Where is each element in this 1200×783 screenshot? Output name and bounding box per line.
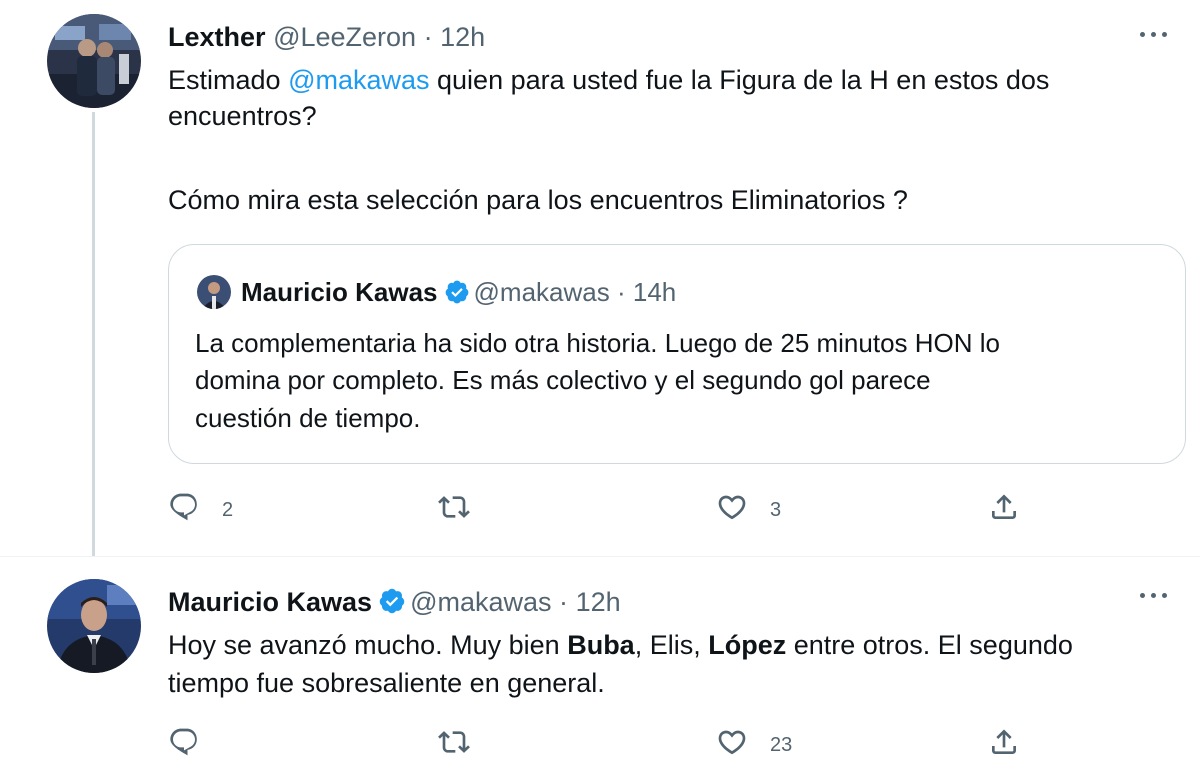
verified-icon xyxy=(378,587,406,623)
tweet-header: Mauricio Kawas @makawas · 12h xyxy=(168,585,621,623)
author-handle[interactable]: @LeeZeron xyxy=(273,22,416,52)
bold-name-buba: Buba xyxy=(567,630,635,660)
timestamp[interactable]: 12h xyxy=(440,22,485,52)
quote-text-line: cuestión de tiempo. xyxy=(195,403,421,433)
reply-button[interactable]: 2 xyxy=(168,490,233,530)
more-icon xyxy=(1140,593,1145,598)
separator-dot: · xyxy=(616,277,626,307)
tweet-text: Estimado xyxy=(168,65,289,95)
quote-text-line: domina por completo. Es más colectivo y … xyxy=(195,365,931,395)
tweet-actions: 2 3 xyxy=(168,490,1168,530)
reply-icon xyxy=(168,491,200,529)
reply-count: 2 xyxy=(222,498,234,521)
retweet-icon xyxy=(438,726,470,764)
more-options-button[interactable] xyxy=(1134,585,1174,605)
tweet-text-line: Hoy se avanzó mucho. Muy bien Buba, Elis… xyxy=(168,627,1073,664)
like-button[interactable]: 23 xyxy=(716,725,792,765)
share-button[interactable] xyxy=(988,490,1020,530)
tweet-lexther[interactable]: Lexther @LeeZeron · 12h Estimado @makawa… xyxy=(0,0,1200,570)
like-button[interactable]: 3 xyxy=(716,490,781,530)
like-count: 23 xyxy=(770,733,793,756)
tweet-text: entre otros. El segundo xyxy=(786,630,1073,660)
reply-icon xyxy=(168,726,200,764)
more-options-button[interactable] xyxy=(1134,24,1174,44)
tweet-text-line: Cómo mira esta selección para los encuen… xyxy=(168,185,908,215)
avatar-mauricio-kawas[interactable] xyxy=(47,579,141,673)
tweet-text-line: encuentros? xyxy=(168,101,317,131)
tweet-text: quien para usted fue la Figura de la H e… xyxy=(429,65,1050,95)
retweet-icon xyxy=(438,491,470,529)
reply-button[interactable] xyxy=(168,725,222,765)
like-icon xyxy=(716,491,748,529)
tweet-text: Hoy se avanzó mucho. Muy bien xyxy=(168,630,568,660)
separator-dot: · xyxy=(559,587,569,617)
share-icon xyxy=(988,491,1020,529)
quote-text-line: La complementaria ha sido otra historia.… xyxy=(195,328,1000,358)
more-icon xyxy=(1140,32,1145,37)
retweet-button[interactable] xyxy=(438,725,492,765)
tweet-text-line: tiempo fue sobresaliente en general. xyxy=(168,668,605,698)
author-name[interactable]: Lexther xyxy=(168,22,266,52)
tweet-text-line: Estimado @makawas quien para usted fue l… xyxy=(168,62,1049,99)
quote-timestamp: 14h xyxy=(632,277,677,307)
quote-author-handle: @makawas xyxy=(473,277,610,307)
more-icon-dot xyxy=(1151,32,1156,37)
tweet-actions: 23 xyxy=(168,725,1168,765)
like-count: 3 xyxy=(770,498,782,521)
bold-name-lopez: López xyxy=(708,630,787,660)
verified-icon xyxy=(444,279,470,313)
avatar-lexther[interactable] xyxy=(47,14,141,108)
like-icon xyxy=(716,726,748,764)
thread-connector-line xyxy=(92,112,95,570)
author-handle[interactable]: @makawas xyxy=(410,587,551,617)
author-name[interactable]: Mauricio Kawas xyxy=(168,587,372,617)
retweet-button[interactable] xyxy=(438,490,492,530)
quote-header: Mauricio Kawas @makawas · 14h xyxy=(241,275,676,313)
separator-dot: · xyxy=(423,22,433,52)
mention-link[interactable]: @makawas xyxy=(288,65,429,95)
avatar-mauricio-kawas-small xyxy=(197,275,231,309)
more-icon-dot xyxy=(1162,32,1167,37)
more-icon-dot xyxy=(1151,593,1156,598)
tweet-text: , Elis, xyxy=(634,630,709,660)
quote-author-name: Mauricio Kawas xyxy=(241,277,438,307)
tweet-header: Lexther @LeeZeron · 12h xyxy=(168,20,485,54)
tweet-mauricio-kawas[interactable]: Mauricio Kawas @makawas · 12h Hoy se avan… xyxy=(0,556,1200,783)
more-icon-dot xyxy=(1162,593,1167,598)
quoted-tweet[interactable]: Mauricio Kawas @makawas · 14h La compleme… xyxy=(168,244,1186,464)
timestamp[interactable]: 12h xyxy=(576,587,621,617)
share-button[interactable] xyxy=(988,725,1020,765)
share-icon xyxy=(988,726,1020,764)
